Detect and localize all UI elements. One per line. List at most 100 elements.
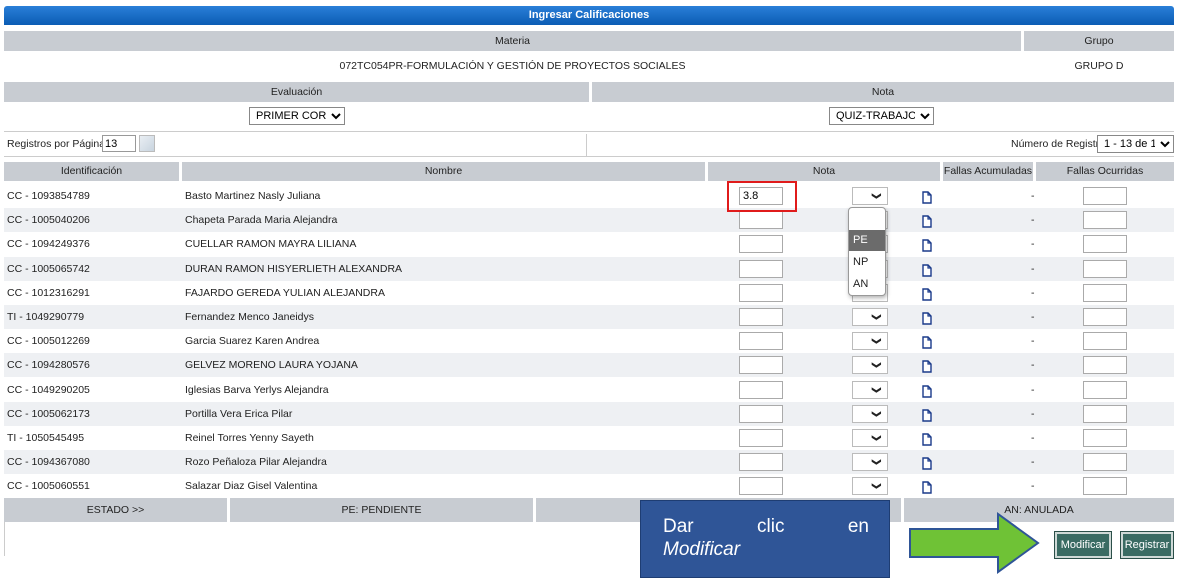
fallas-ocurridas-input[interactable] [1083,308,1127,326]
nota-input[interactable] [739,453,783,472]
row-identificacion: CC - 1094280576 [7,359,90,372]
fallas-ocurridas-input[interactable] [1083,283,1127,302]
dropdown-option-blank[interactable] [849,208,885,230]
nota-input[interactable] [739,380,783,399]
fallas-ocurridas-input[interactable] [1083,332,1127,351]
nota-input[interactable] [739,477,783,496]
row-fallas-acumuladas: - [1031,359,1035,372]
table-row: CC - 1049290205 Iglesias Barva Yerlys Ale… [4,378,1174,402]
fallas-ocurridas-input[interactable] [1083,259,1127,278]
refresh-icon[interactable] [139,135,155,152]
estado-select[interactable]: ❯ [852,356,888,375]
nota-input[interactable] [739,283,783,302]
estado-select[interactable]: ❯ [852,187,888,205]
row-nombre: Salazar Diaz Gisel Valentina [185,480,318,493]
arrow-right-icon [909,512,1040,574]
fallas-ocurridas-input[interactable] [1083,187,1127,205]
nota-input[interactable] [739,211,783,230]
estado-select[interactable]: ❯ [852,380,888,399]
registros-por-pagina-input[interactable] [102,135,136,152]
fallas-ocurridas-input[interactable] [1083,453,1127,472]
nota-type-select[interactable]: QUIZ-TRABAJOS [829,107,934,125]
fallas-ocurridas-input[interactable] [1083,404,1127,423]
col-identificacion: Identificación [4,162,179,181]
document-icon[interactable] [922,213,932,228]
nota-input[interactable] [739,235,783,254]
row-nombre: Garcia Suarez Karen Andrea [185,335,320,348]
materia-value: 072TC054PR-FORMULACIÓN Y GESTIÓN DE PROY… [339,60,686,72]
estado-select[interactable]: ❯ [852,477,888,496]
document-icon[interactable] [922,407,932,422]
nota-input[interactable] [739,308,783,326]
nota-input[interactable] [739,332,783,351]
document-icon[interactable] [922,262,932,277]
row-nombre: Portilla Vera Erica Pilar [185,407,293,420]
document-icon[interactable] [922,310,932,325]
estado-select[interactable]: ❯ [852,429,888,447]
document-icon[interactable] [922,189,932,204]
estado-select[interactable]: ❯ [852,453,888,472]
nota-input[interactable] [739,404,783,423]
row-nombre: FAJARDO GEREDA YULIAN ALEJANDRA [185,286,385,299]
chevron-down-icon: ❯ [872,313,883,321]
table-row: CC - 1005040206 Chapeta Parada Maria Alej… [4,208,1174,233]
nota-input[interactable] [739,356,783,375]
fallas-ocurridas-input[interactable] [1083,235,1127,254]
numero-registros-select[interactable]: 1 - 13 de 13 [1097,135,1174,153]
document-icon[interactable] [922,286,932,301]
registrar-button[interactable]: Registrar [1120,531,1174,559]
document-icon[interactable] [922,358,932,374]
estado-dropdown-list: PE NP AN [848,207,886,296]
row-fallas-acumuladas: - [1031,311,1035,323]
row-identificacion: CC - 1093854789 [7,190,90,202]
fallas-ocurridas-input[interactable] [1083,211,1127,230]
chevron-down-icon: ❯ [872,337,883,345]
chevron-down-icon: ❯ [872,482,883,491]
document-icon[interactable] [922,455,932,470]
table-row: CC - 1005062173 Portilla Vera Erica Pilar… [4,401,1174,426]
document-icon[interactable] [922,479,932,495]
estado-select[interactable]: ❯ [852,404,888,423]
row-identificacion: CC - 1012316291 [7,286,90,299]
instruction-callout: Dar clic en Modificar [640,500,890,578]
document-icon[interactable] [922,334,932,349]
row-fallas-acumuladas: - [1031,214,1035,227]
row-nombre: DURAN RAMON HISYERLIETH ALEXANDRA [185,262,403,275]
callout-line1: Dar clic en [663,516,869,537]
fallas-ocurridas-input[interactable] [1083,356,1127,375]
estado-select[interactable]: ❯ [852,308,888,326]
row-nombre: Iglesias Barva Yerlys Alejandra [185,383,329,396]
row-identificacion: CC - 1005062173 [7,407,90,420]
dropdown-option-pe[interactable]: PE [849,230,885,251]
fallas-ocurridas-input[interactable] [1083,429,1127,447]
nota-highlight [727,181,797,212]
row-fallas-acumuladas: - [1031,262,1035,275]
table-row: CC - 1005060551 Salazar Diaz Gisel Valent… [4,474,1174,498]
row-fallas-acumuladas: - [1031,335,1035,348]
fallas-ocurridas-input[interactable] [1083,380,1127,399]
fallas-ocurridas-input[interactable] [1083,477,1127,496]
estado-select[interactable]: ❯ [852,332,888,351]
row-nombre: CUELLAR RAMON MAYRA LILIANA [185,238,357,251]
row-identificacion: TI - 1049290779 [7,311,85,323]
nota-input[interactable] [739,259,783,278]
document-icon[interactable] [922,237,932,253]
evaluacion-select[interactable]: PRIMER CORTE [249,107,345,125]
estado-pe: PE: PENDIENTE [230,498,533,522]
dropdown-option-np[interactable]: NP [849,251,885,273]
nota-header: Nota [592,82,1174,102]
dropdown-option-an[interactable]: AN [849,273,885,295]
table-row: CC - 1005065742 DURAN RAMON HISYERLIETH A… [4,256,1174,281]
document-icon[interactable] [922,431,932,446]
materia-header: Materia [4,31,1021,51]
chevron-down-icon: ❯ [872,410,883,418]
table-row: CC - 1012316291 FAJARDO GEREDA YULIAN ALE… [4,281,1174,305]
modificar-button[interactable]: Modificar [1054,531,1112,559]
row-identificacion: TI - 1050545495 [7,432,85,444]
row-nombre: Fernandez Menco Janeidys [185,311,314,323]
chevron-down-icon: ❯ [872,361,883,370]
row-nombre: GELVEZ MORENO LAURA YOJANA [185,359,358,372]
document-icon[interactable] [922,383,932,398]
nota-input[interactable] [739,429,783,447]
table-row: CC - 1094367080 Rozo Peñaloza Pilar Aleja… [4,450,1174,475]
